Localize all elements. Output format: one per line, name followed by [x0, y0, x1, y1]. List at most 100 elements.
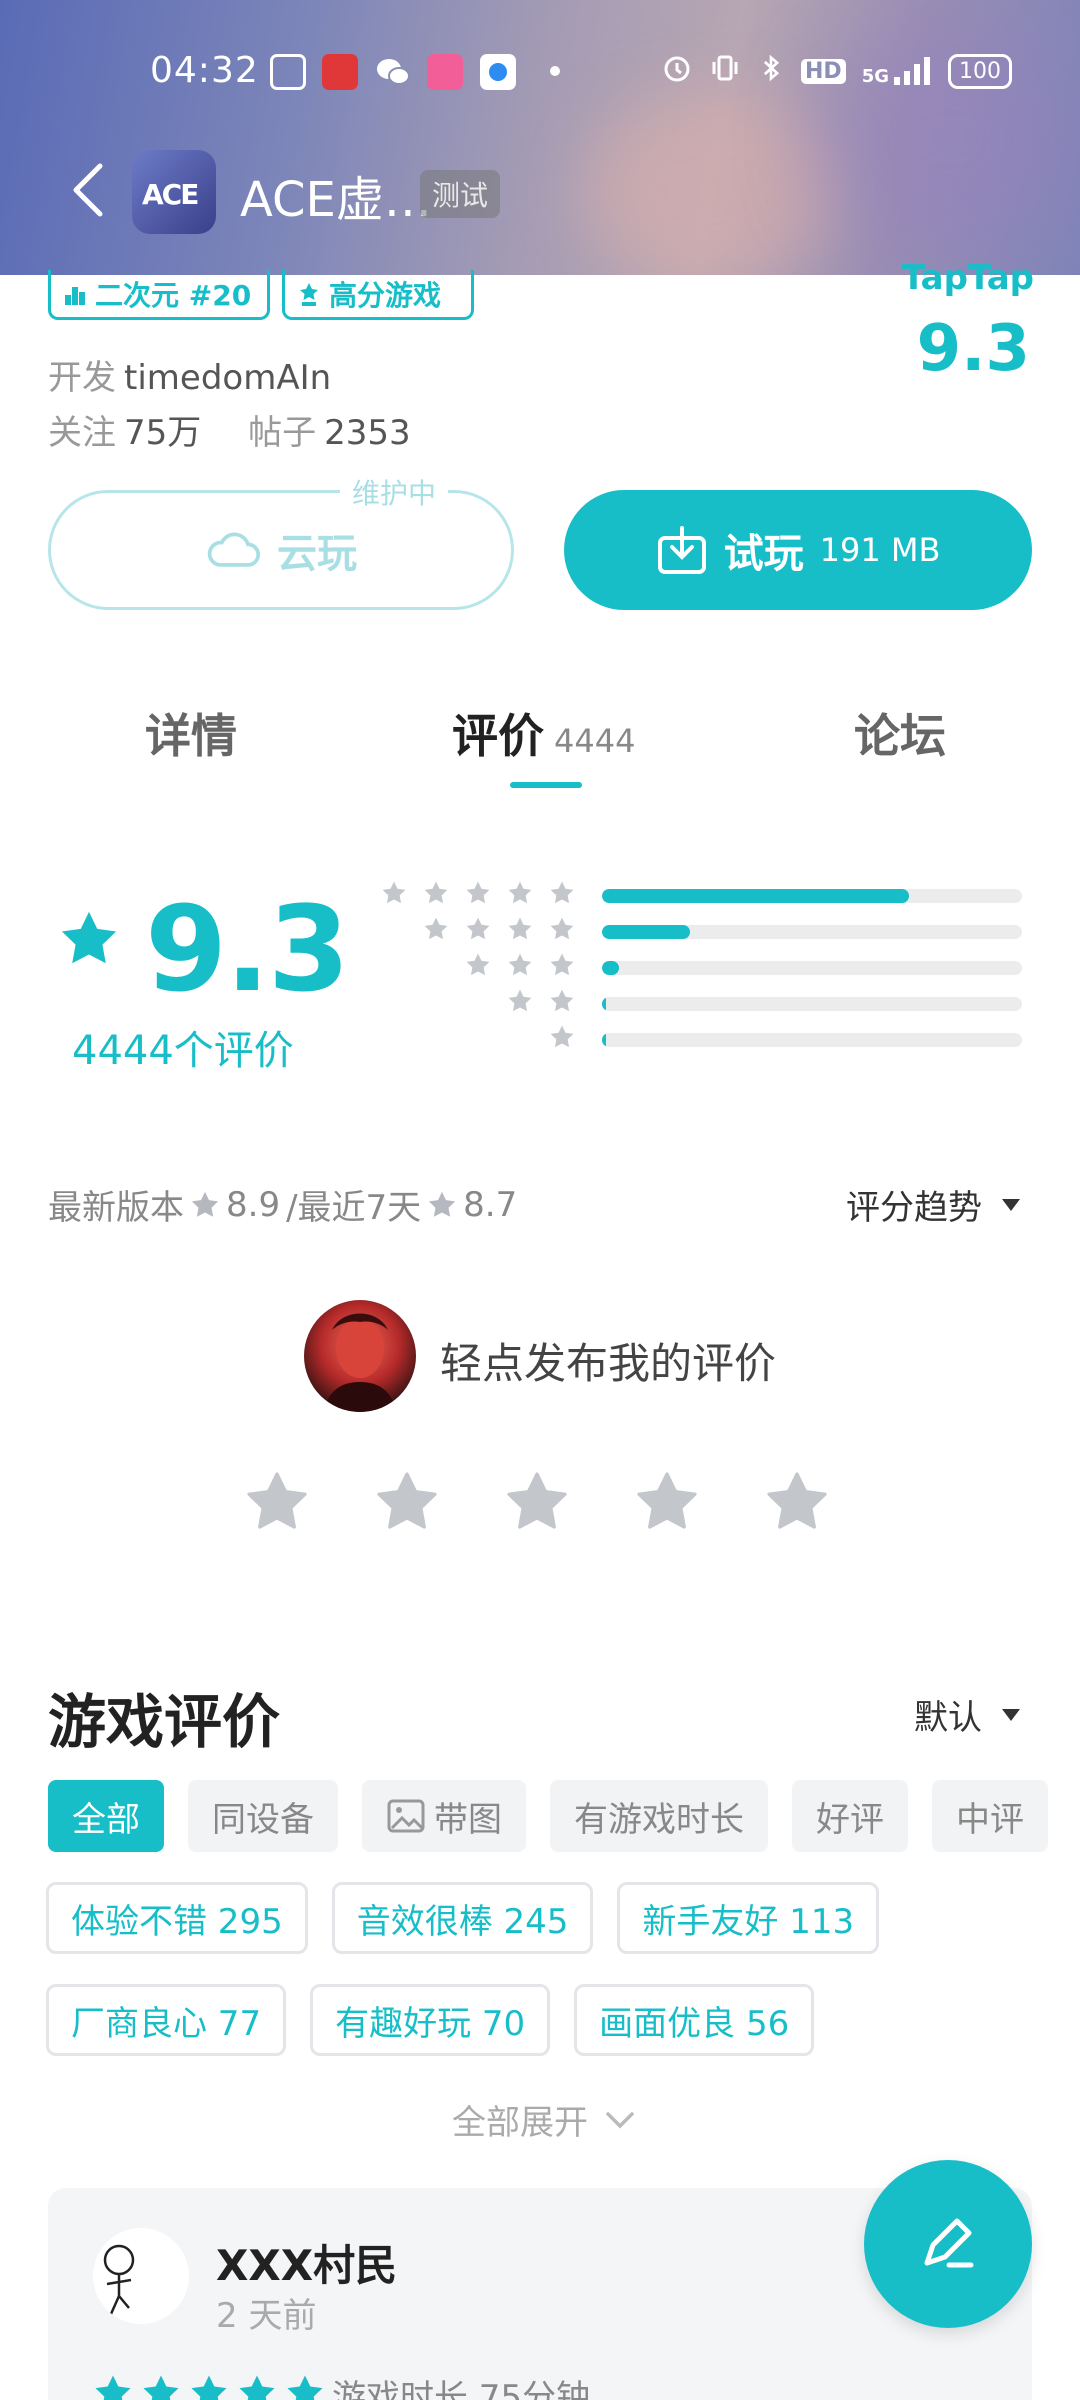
chip-label: 有游戏时长 [574, 1799, 744, 1840]
filter-chip-playtime[interactable]: 有游戏时长 [550, 1780, 768, 1852]
distribution-row-2-star [380, 988, 1022, 1018]
rate-star-3-icon[interactable] [505, 1470, 569, 1534]
try-play-button[interactable]: 试玩 191 MB [564, 490, 1032, 610]
star-icon [550, 989, 574, 1012]
try-play-label: 试玩 [723, 531, 804, 577]
expand-all-button[interactable]: 全部展开 [452, 2095, 636, 2144]
review-tag[interactable]: 新手友好 113 [617, 1882, 880, 1954]
review-filter-chips: 全部 同设备 带图 有游戏时长 好评 中评 [48, 1780, 1048, 1852]
chip-label: 好评 [816, 1799, 884, 1840]
star-icon [382, 881, 406, 904]
reviewer-avatar[interactable] [93, 2228, 189, 2324]
red-app-icon [322, 54, 358, 90]
tab-count: 4444 [554, 722, 636, 760]
filter-chip-positive[interactable]: 好评 [792, 1780, 908, 1852]
category-tag-rank[interactable]: 二次元 #20 [48, 270, 270, 320]
distribution-row-3-star [380, 952, 1022, 982]
star-icon [550, 917, 574, 940]
sort-label: 默认 [914, 1698, 982, 1738]
distribution-row-5-star [380, 880, 1022, 910]
active-tab-indicator [510, 782, 582, 788]
rating-trend-label: 评分趋势 [846, 1188, 982, 1228]
tab-details[interactable]: 详情 [145, 700, 237, 766]
expand-all-label: 全部展开 [452, 2103, 588, 2143]
write-review-fab[interactable] [864, 2160, 1032, 2328]
distribution-fill [602, 925, 691, 939]
app-icon: ACE [132, 150, 216, 234]
distribution-stars [549, 1024, 575, 1050]
star-icon [508, 989, 532, 1012]
filter-chip-with-image[interactable]: 带图 [362, 1780, 526, 1852]
category-tag-highscore[interactable]: 高分游戏 [282, 270, 474, 320]
developer-line[interactable]: 开发 timedomAIn [48, 350, 331, 399]
filter-chip-neutral[interactable]: 中评 [932, 1780, 1048, 1852]
tab-forum[interactable]: 论坛 [854, 700, 946, 766]
filter-chip-same-device[interactable]: 同设备 [188, 1780, 338, 1852]
post-review-prompt[interactable]: 轻点发布我的评价 [440, 1330, 776, 1391]
taptap-label: TapTap [901, 258, 1034, 298]
tag-label: 高分游戏 [329, 278, 442, 312]
alarm-icon [661, 52, 693, 90]
rate-star-2-icon[interactable] [375, 1470, 439, 1534]
reviewer-name[interactable]: XXX村民 [216, 2232, 397, 2293]
distribution-track [602, 997, 1022, 1011]
user-avatar[interactable] [304, 1300, 416, 1412]
rating-trend-button[interactable]: 评分趋势 [846, 1180, 1020, 1229]
rate-star-4-icon[interactable] [635, 1470, 699, 1534]
ranking-icon [65, 286, 85, 305]
distribution-fill [602, 1033, 607, 1047]
posts-label: 帖子 [248, 413, 317, 453]
recent-score: 8.7 [463, 1184, 518, 1225]
review-tag[interactable]: 体验不错 295 [46, 1882, 308, 1954]
pen-icon [924, 2218, 974, 2268]
distribution-track [602, 961, 1022, 975]
tab-reviews[interactable]: 评价 4444 [452, 700, 635, 766]
filter-chip-all[interactable]: 全部 [48, 1780, 164, 1852]
bilibili-icon [427, 54, 463, 90]
rate-star-5-icon[interactable] [765, 1470, 829, 1534]
status-bar: 04:32 HD 5G 100 [0, 0, 1080, 145]
rating-count: 4444个评价 [72, 1028, 294, 1074]
browser-icon [480, 54, 516, 90]
review-tag[interactable]: 有趣好玩 70 [310, 1984, 551, 2056]
star-icon [466, 953, 490, 976]
star-icon [61, 911, 117, 964]
star-icon [424, 917, 448, 940]
cloud-icon [207, 532, 260, 567]
tab-label: 论坛 [854, 709, 946, 763]
battery-icon: 100 [948, 53, 1012, 89]
network-type-label: 5G [861, 66, 889, 87]
dropdown-arrow-icon [1002, 1708, 1020, 1721]
download-size: 191 MB [819, 531, 941, 569]
hd-icon: HD [801, 58, 846, 84]
distribution-row-1-star [380, 1024, 1022, 1054]
reviews-section-title: 游戏评价 [48, 1688, 281, 1756]
chevron-down-icon [606, 2111, 634, 2128]
bluetooth-icon [757, 52, 785, 90]
chip-label: 带图 [434, 1799, 502, 1840]
star-icon [466, 917, 490, 940]
star-icon [550, 1025, 574, 1048]
taptap-score: 9.3 [916, 312, 1030, 386]
vibrate-icon [709, 52, 741, 90]
tab-label: 评价 [452, 709, 544, 763]
review-tag[interactable]: 画面优良 56 [574, 1984, 815, 2056]
star-icon [508, 881, 532, 904]
chip-label: 中评 [956, 1799, 1024, 1840]
back-arrow-icon[interactable] [66, 160, 110, 220]
distribution-track [602, 889, 1022, 903]
review-tag[interactable]: 音效很棒 245 [331, 1882, 594, 1954]
star-icon [550, 953, 574, 976]
review-time: 2 天前 [216, 2296, 317, 2336]
chip-label: 同设备 [212, 1799, 314, 1840]
review-star-icon [143, 2375, 179, 2400]
latest-version-label: 最新版本 [48, 1188, 184, 1228]
review-tag[interactable]: 厂商良心 77 [46, 1984, 287, 2056]
app-title: ACE虚… [240, 172, 432, 228]
distribution-fill [602, 997, 607, 1011]
test-badge: 测试 [420, 170, 501, 218]
posts-count: 2353 [324, 413, 411, 453]
rate-star-1-icon[interactable] [245, 1470, 309, 1534]
status-time: 04:32 [150, 50, 259, 91]
sort-dropdown[interactable]: 默认 [914, 1690, 1020, 1739]
